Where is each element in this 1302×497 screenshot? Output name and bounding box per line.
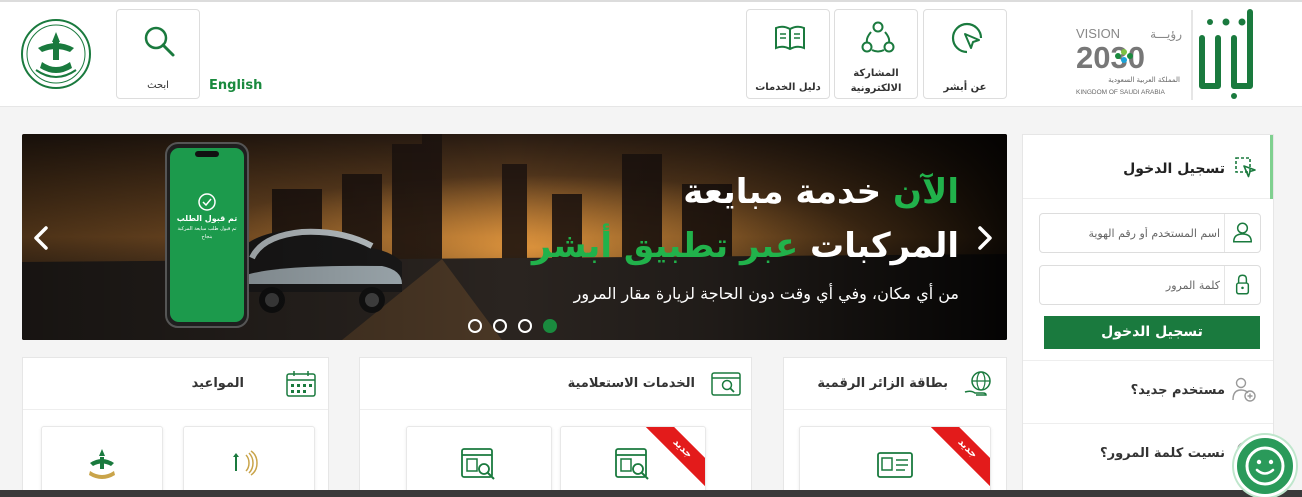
username-field[interactable] xyxy=(1039,213,1261,253)
document-search-icon xyxy=(615,448,649,480)
ruya-text: رؤيـــة xyxy=(1150,27,1182,42)
calendar-icon xyxy=(286,371,316,397)
digital-visitor-tile[interactable]: جديد xyxy=(799,426,991,497)
inquiry-services-title: الخدمات الاستعلامية xyxy=(567,376,695,391)
network-share-icon xyxy=(861,21,895,53)
phone-subtitle: تم قبول طلب مبايعة المركبة بنجاح xyxy=(177,226,237,240)
emblem-badge-icon xyxy=(89,449,115,479)
nav-e-participation[interactable]: المشاركة الالكترونية xyxy=(834,9,918,99)
search-icon xyxy=(144,26,175,57)
ministry-emblem-icon[interactable] xyxy=(20,18,92,90)
english-language-link[interactable]: English xyxy=(209,78,262,93)
hero-subtitle: من أي مكان، وفي أي وقت دون الحاجة لزيارة… xyxy=(573,284,959,303)
appointments-tile-1[interactable] xyxy=(41,426,163,497)
login-header: تسجيل الدخول xyxy=(1023,135,1273,199)
lock-icon xyxy=(1224,266,1250,304)
hero-title2-text: المركبات xyxy=(810,226,959,266)
login-button[interactable]: تسجيل الدخول xyxy=(1044,316,1260,349)
digital-visitor-card: بطاقة الزائر الرقمية جديد xyxy=(783,357,1007,497)
search-screen-icon xyxy=(711,372,741,396)
vision-2030-logo[interactable]: VISION رؤيـــة 2030 المملكة العربية السع… xyxy=(1074,20,1184,100)
appointments-tile-2[interactable] xyxy=(183,426,315,497)
search-label: ابحث xyxy=(147,80,169,91)
user-icon xyxy=(1224,214,1252,252)
slide-dot-1[interactable] xyxy=(468,319,482,333)
login-header-accent xyxy=(1270,135,1273,199)
vision-year: 2030 xyxy=(1076,40,1145,75)
id-card-icon xyxy=(877,452,913,478)
digital-visitor-card-header[interactable]: بطاقة الزائر الرقمية xyxy=(784,358,1006,410)
appointments-card-header[interactable]: المواعيد xyxy=(23,358,328,410)
new-badge: جديد xyxy=(928,427,990,488)
login-title: تسجيل الدخول xyxy=(1123,161,1225,177)
hero-title2-highlight: عبر تطبيق أبشر xyxy=(531,226,799,266)
phone-title: تم قبول الطلب xyxy=(176,214,238,223)
hero-title-highlight: الآن xyxy=(893,172,959,212)
top-border xyxy=(0,0,1302,2)
slide-dot-4[interactable] xyxy=(543,319,557,333)
username-input[interactable] xyxy=(1046,222,1220,244)
passports-emblem-icon xyxy=(233,450,258,476)
hero-title-text: خدمة مبايعة xyxy=(683,172,882,212)
digital-visitor-title: بطاقة الزائر الرقمية xyxy=(817,376,948,391)
forgot-password-label: نسيت كلمة المرور؟ xyxy=(1100,446,1225,461)
slide-dot-2[interactable] xyxy=(493,319,507,333)
page: ابحث English دليل الخدمات المشاركة الالك… xyxy=(0,0,1302,497)
phone-message: تم قبول الطلب تم قبول طلب مبايعة المركبة… xyxy=(172,214,242,241)
kingdom-english: KINGDOM OF SAUDI ARABIA xyxy=(1076,89,1166,96)
inquiry-services-card-header[interactable]: الخدمات الاستعلامية xyxy=(360,358,751,410)
hero-banner[interactable]: تم قبول الطلب تم قبول طلب مبايعة المركبة… xyxy=(22,134,1007,340)
hero-title-line1: الآن خدمة مبايعة xyxy=(683,172,959,212)
prev-slide-arrow-icon[interactable] xyxy=(30,224,54,252)
add-user-icon xyxy=(1232,377,1256,402)
inquiry-tile-2[interactable]: جديد xyxy=(560,426,706,497)
document-search-icon xyxy=(461,448,495,480)
book-icon xyxy=(775,25,805,51)
password-field[interactable] xyxy=(1039,265,1261,305)
hero-title-line2: المركبات عبر تطبيق أبشر xyxy=(532,226,959,266)
kingdom-arabic: المملكة العربية السعودية xyxy=(1108,76,1180,84)
absher-logo[interactable] xyxy=(1190,8,1280,100)
nav-about-absher-label: عن أبشر xyxy=(943,82,987,93)
new-user-label: مستخدم جديد؟ xyxy=(1130,383,1225,398)
nav-services-guide-label: دليل الخدمات xyxy=(755,82,821,93)
site-header: ابحث English دليل الخدمات المشاركة الالك… xyxy=(0,0,1302,107)
chat-smile-icon xyxy=(1245,446,1285,486)
globe-hand-icon xyxy=(964,371,991,396)
nav-services-guide[interactable]: دليل الخدمات xyxy=(746,9,830,99)
new-user-link[interactable]: مستخدم جديد؟ xyxy=(1023,360,1273,420)
slide-dot-3[interactable] xyxy=(518,319,532,333)
inquiry-services-card: الخدمات الاستعلامية جديد xyxy=(359,357,752,497)
search-button[interactable]: ابحث xyxy=(116,9,200,99)
appointments-title: المواعيد xyxy=(191,376,244,391)
next-slide-arrow-icon[interactable] xyxy=(972,224,996,252)
chat-assistant-button[interactable] xyxy=(1234,435,1296,497)
bottom-edge xyxy=(0,490,1302,497)
appointments-card: المواعيد xyxy=(22,357,329,497)
inquiry-tile-1[interactable] xyxy=(406,426,552,497)
cursor-click-icon xyxy=(951,22,983,54)
login-cursor-icon xyxy=(1235,157,1256,178)
nav-about-absher[interactable]: عن أبشر xyxy=(923,9,1007,99)
vision-text: VISION xyxy=(1076,26,1120,41)
nav-e-participation-label: المشاركة الالكترونية xyxy=(850,68,902,94)
password-input[interactable] xyxy=(1046,274,1220,296)
slide-indicators xyxy=(468,319,563,335)
